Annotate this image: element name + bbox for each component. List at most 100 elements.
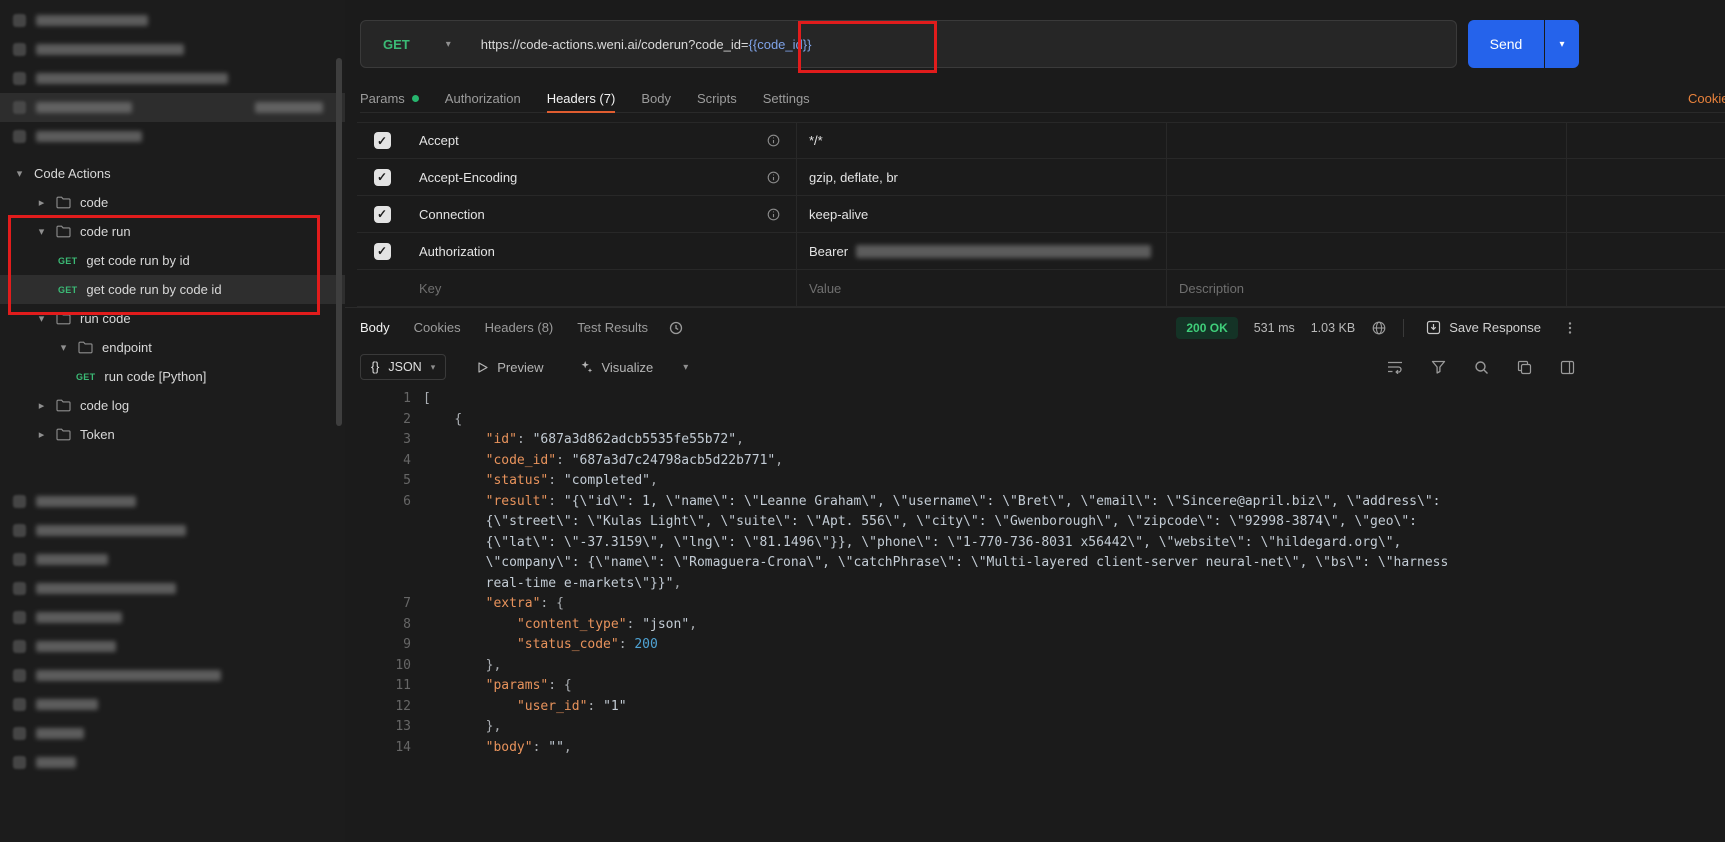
sidebar-folder-run-code[interactable]: ▾ run code	[0, 304, 345, 333]
save-response-button[interactable]: Save Response	[1420, 319, 1547, 336]
header-row-accept: ✓ Accept */*	[357, 122, 1725, 159]
sidebar-item-redacted[interactable]	[0, 6, 345, 35]
header-key[interactable]: Accept	[419, 133, 459, 148]
sidebar-item-redacted[interactable]	[0, 661, 345, 690]
header-description[interactable]	[1167, 233, 1567, 269]
sidebar-collection-code-actions[interactable]: ▾Code Actions	[0, 159, 345, 188]
response-tab-body[interactable]: Body	[360, 320, 390, 335]
header-description[interactable]	[1167, 123, 1567, 158]
sidebar-item-redacted[interactable]	[0, 487, 345, 516]
sidebar-folder-code-log[interactable]: ▸code log	[0, 391, 345, 420]
response-tab-headers-8[interactable]: Headers (8)	[485, 320, 554, 335]
line-number: 4	[345, 451, 411, 472]
chevron-down-icon[interactable]: ▾	[683, 362, 688, 373]
network-icon[interactable]	[1371, 320, 1387, 336]
sidebar-scrollbar[interactable]	[336, 58, 342, 426]
header-key[interactable]: Authorization	[419, 244, 495, 259]
redacted-text	[36, 554, 108, 565]
sidebar-item-redacted[interactable]	[0, 93, 345, 122]
header-enabled-checkbox[interactable]: ✓	[374, 169, 391, 186]
header-key[interactable]: Connection	[419, 207, 485, 222]
header-enabled-checkbox[interactable]: ✓	[374, 243, 391, 260]
history-icon[interactable]	[668, 320, 684, 336]
line-number: 11	[345, 676, 411, 697]
send-options-button[interactable]: ▾	[1545, 20, 1579, 68]
response-tab-cookies[interactable]: Cookies	[414, 320, 461, 335]
wrap-text-icon[interactable]	[1387, 360, 1403, 374]
collection-icon	[13, 640, 26, 653]
filter-icon[interactable]	[1431, 360, 1446, 374]
chevron-down-icon[interactable]: ▾	[36, 225, 47, 238]
request-url-bar: GET ▾ https://code-actions.weni.ai/coder…	[360, 20, 1457, 68]
tab-label: Body	[641, 91, 671, 106]
collection-icon	[13, 553, 26, 566]
url-variable: {{code_id}}	[749, 37, 812, 52]
sidebar-request-get-code-run-by-id[interactable]: GETget code run by id	[0, 246, 345, 275]
value-placeholder[interactable]: Value	[809, 281, 841, 296]
sidebar-folder-token[interactable]: ▸Token	[0, 420, 345, 449]
format-select[interactable]: {} JSON ▾	[360, 354, 446, 380]
chevron-right-icon[interactable]: ▸	[36, 428, 47, 441]
key-placeholder[interactable]: Key	[419, 281, 441, 296]
sidebar-item-redacted[interactable]	[0, 35, 345, 64]
more-options-icon[interactable]	[1563, 321, 1577, 335]
search-icon[interactable]	[1474, 360, 1489, 375]
copy-icon[interactable]	[1517, 360, 1532, 375]
line-content: "code_id": "687a3d7c24798acb5d22b771",	[423, 451, 783, 472]
send-button[interactable]: Send	[1468, 20, 1544, 68]
sidebar-request-get-code-run-by-code-id[interactable]: GET get code run by code id	[0, 275, 345, 304]
sidebar-item-label: run code	[80, 311, 131, 326]
sidebar-item-redacted[interactable]	[0, 690, 345, 719]
sidebar-item-label: get code run by code id	[86, 282, 221, 297]
sidebar-folder-endpoint[interactable]: ▾endpoint	[0, 333, 345, 362]
line-number: 10	[345, 656, 411, 677]
header-description[interactable]	[1167, 196, 1567, 232]
header-key[interactable]: Accept-Encoding	[419, 170, 517, 185]
header-value[interactable]: */*	[809, 133, 823, 148]
header-description[interactable]	[1167, 159, 1567, 195]
sidebar-item-redacted[interactable]	[0, 603, 345, 632]
description-placeholder[interactable]: Description	[1179, 281, 1244, 296]
sidebar-item-redacted[interactable]	[0, 122, 345, 151]
redacted-text	[36, 728, 84, 739]
play-icon	[476, 361, 489, 374]
collection-icon	[13, 756, 26, 769]
sidebar-item-redacted[interactable]	[0, 545, 345, 574]
sidebar-item-redacted[interactable]	[0, 64, 345, 93]
chevron-down-icon[interactable]: ▾	[58, 341, 69, 354]
request-method-label: GET	[58, 285, 77, 295]
tab-body[interactable]: Body	[641, 84, 671, 112]
sidebar-request-run-code-python[interactable]: GETrun code [Python]	[0, 362, 345, 391]
header-value[interactable]: gzip, deflate, br	[809, 170, 898, 185]
chevron-down-icon[interactable]: ▾	[14, 167, 25, 180]
sidebar-item-redacted[interactable]	[0, 632, 345, 661]
header-value[interactable]: Bearer	[809, 244, 848, 259]
header-value[interactable]: keep-alive	[809, 207, 868, 222]
line-content: "extra": {	[423, 594, 564, 615]
tab-authorization[interactable]: Authorization	[445, 84, 521, 112]
tab-headers-7[interactable]: Headers (7)	[547, 84, 616, 112]
sidebar-item-redacted[interactable]	[0, 719, 345, 748]
visualize-button[interactable]: Visualize	[573, 359, 659, 376]
sidebar-folder-code[interactable]: ▸code	[0, 188, 345, 217]
cookies-link[interactable]: Cookies	[1688, 91, 1725, 106]
header-enabled-checkbox[interactable]: ✓	[374, 206, 391, 223]
url-input[interactable]: https://code-actions.weni.ai/coderun?cod…	[481, 37, 812, 52]
preview-button[interactable]: Preview	[470, 359, 549, 376]
line-number: 14	[345, 738, 411, 759]
chevron-right-icon[interactable]: ▸	[36, 196, 47, 209]
panel-icon[interactable]	[1560, 360, 1575, 375]
chevron-right-icon[interactable]: ▸	[36, 399, 47, 412]
sidebar-item-redacted[interactable]	[0, 574, 345, 603]
tab-settings[interactable]: Settings	[763, 84, 810, 112]
header-enabled-checkbox[interactable]: ✓	[374, 132, 391, 149]
method-select[interactable]: GET ▾	[361, 37, 465, 52]
code-line: 5"status": "completed",	[345, 471, 1725, 492]
sidebar-folder-code-run[interactable]: ▾code run	[0, 217, 345, 246]
tab-scripts[interactable]: Scripts	[697, 84, 737, 112]
sidebar-item-redacted[interactable]	[0, 748, 345, 777]
tab-params[interactable]: Params	[360, 84, 419, 112]
chevron-down-icon[interactable]: ▾	[36, 312, 47, 325]
response-tab-test-results[interactable]: Test Results	[577, 320, 648, 335]
sidebar-item-redacted[interactable]	[0, 516, 345, 545]
